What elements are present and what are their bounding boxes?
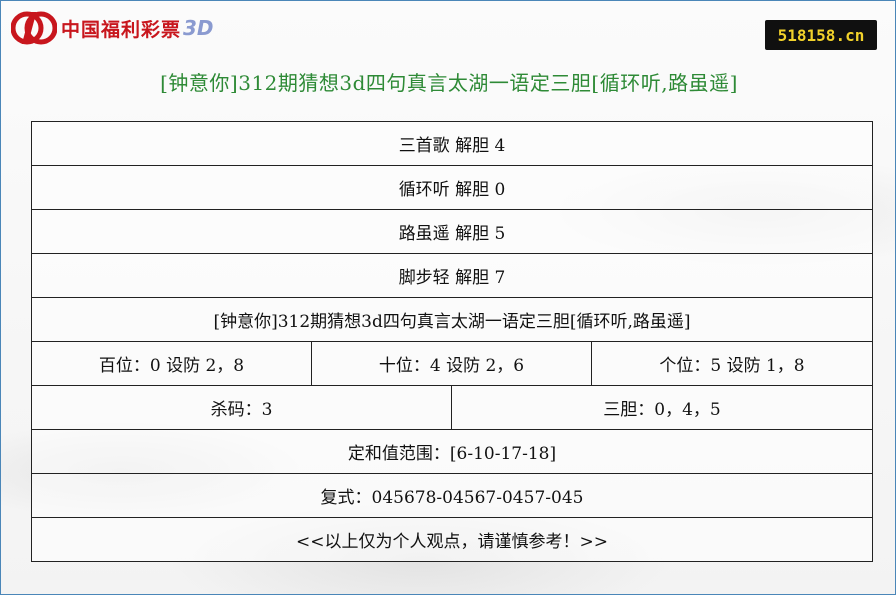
lottery-logo: 中国福利彩票 3D [11, 9, 214, 47]
tens-cell: 十位：4 设防 2，6 [311, 341, 592, 386]
kill-number-cell: 杀码：3 [31, 385, 452, 430]
disclaimer-cell: <<以上仅为个人观点，请谨慎参考！>> [31, 517, 873, 562]
sum-range-cell: 定和值范围：[6-10-17-18] [31, 429, 873, 474]
table-row: 脚步轻 解胆 7 [31, 253, 873, 298]
table-row: 定和值范围：[6-10-17-18] [31, 429, 873, 474]
verse-line-4: 脚步轻 解胆 7 [31, 253, 873, 298]
table-row: <<以上仅为个人观点，请谨慎参考！>> [31, 517, 873, 562]
table-row: 三首歌 解胆 4 [31, 121, 873, 166]
table-row: 路虽遥 解胆 5 [31, 209, 873, 254]
site-badge[interactable]: 518158.cn [765, 20, 877, 50]
table-row: 百位：0 设防 2，8 十位：4 设防 2，6 个位：5 设防 1，8 [31, 341, 873, 386]
page-title: [钟意你]312期猜想3d四句真言太湖一语定三胆[循环听,路虽遥] [160, 71, 738, 95]
verse-line-1: 三首歌 解胆 4 [31, 121, 873, 166]
compound-cell: 复式：045678-04567-0457-045 [31, 473, 873, 518]
issue-title-cell: [钟意你]312期猜想3d四句真言太湖一语定三胆[循环听,路虽遥] [31, 297, 873, 342]
logo-3d-text: 3D [183, 16, 214, 40]
verse-line-2: 循环听 解胆 0 [31, 165, 873, 210]
table-row: 循环听 解胆 0 [31, 165, 873, 210]
page-frame: 中国福利彩票 3D 518158.cn [钟意你]312期猜想3d四句真言太湖一… [0, 0, 896, 595]
lottery-logo-icon [11, 11, 57, 45]
logo-text: 中国福利彩票 [61, 18, 182, 41]
three-bold-cell: 三胆：0，4，5 [451, 385, 873, 430]
table-row: 复式：045678-04567-0457-045 [31, 473, 873, 518]
table-row: [钟意你]312期猜想3d四句真言太湖一语定三胆[循环听,路虽遥] [31, 297, 873, 342]
hundreds-cell: 百位：0 设防 2，8 [31, 341, 312, 386]
verse-line-3: 路虽遥 解胆 5 [31, 209, 873, 254]
table-row: 杀码：3 三胆：0，4，5 [31, 385, 873, 430]
prediction-table: 三首歌 解胆 4 循环听 解胆 0 路虽遥 解胆 5 脚步轻 解胆 7 [钟意你… [31, 121, 873, 562]
units-cell: 个位：5 设防 1，8 [591, 341, 873, 386]
